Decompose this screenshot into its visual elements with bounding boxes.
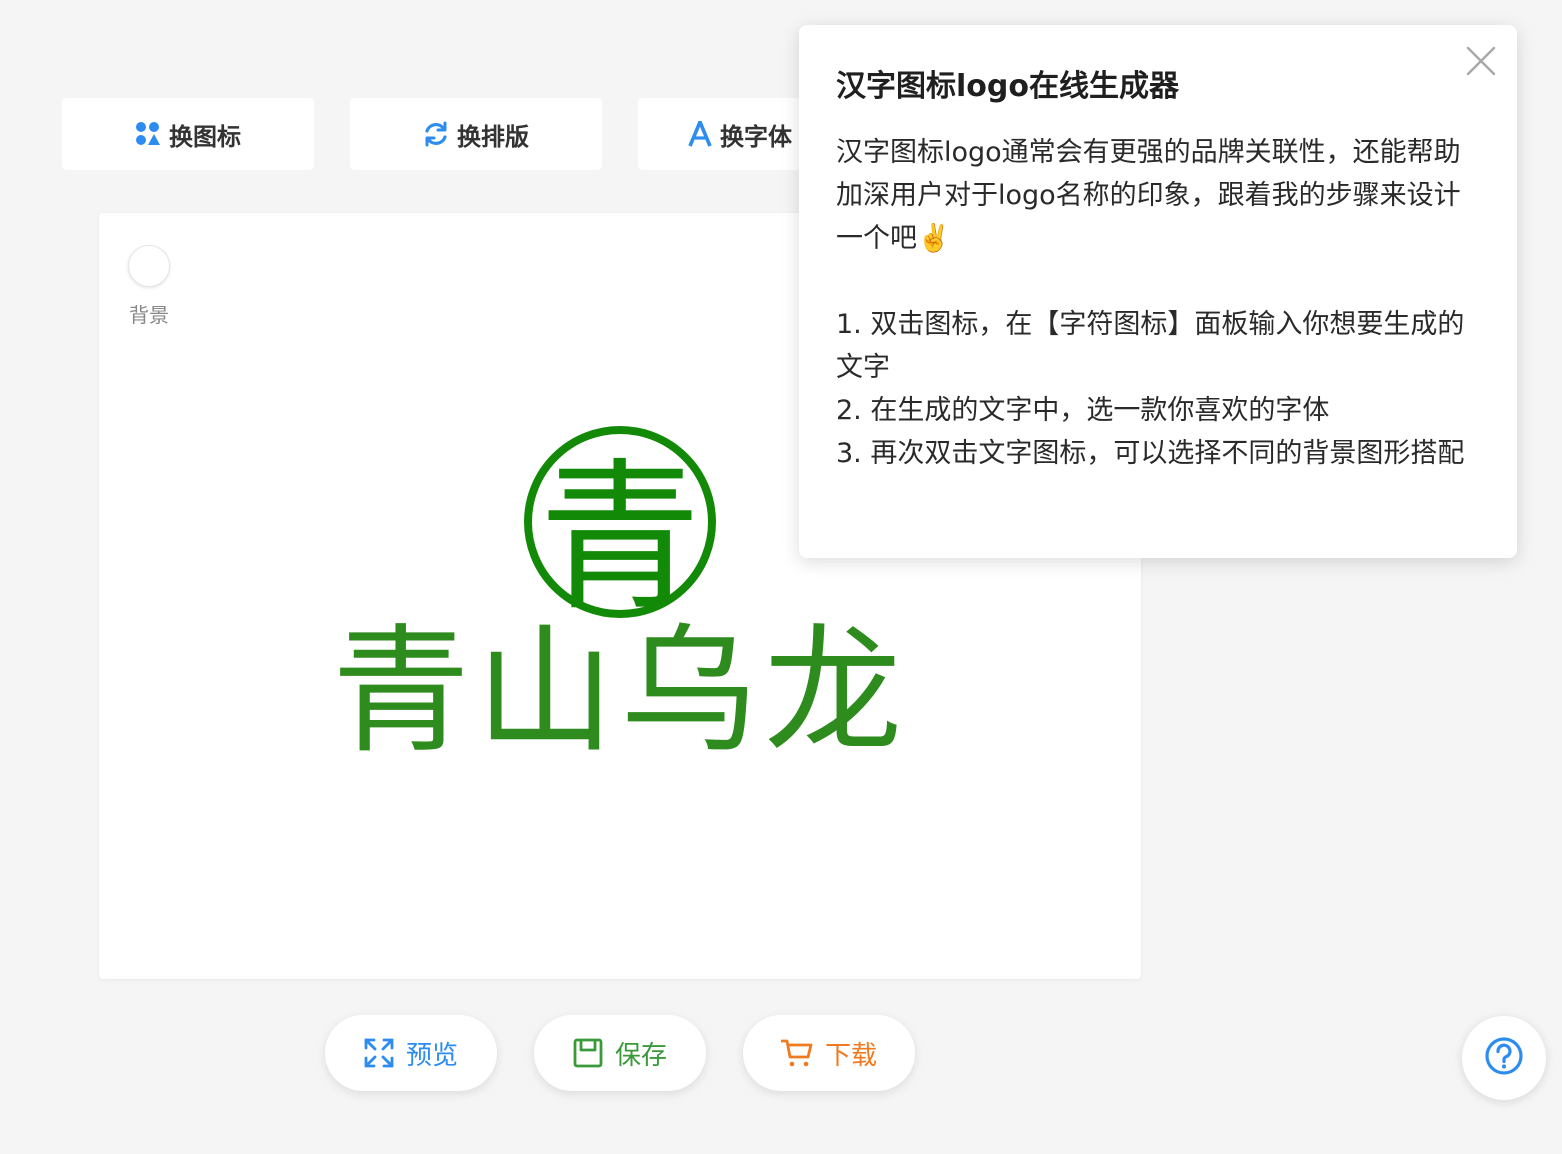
popover-step: 3. 再次双击文字图标，可以选择不同的背景图形搭配 [836,438,1465,469]
popover-title: 汉字图标logo在线生成器 [836,69,1179,104]
close-icon[interactable] [1465,45,1497,77]
save-button[interactable]: 保存 [534,1015,706,1091]
change-icon-label: 换图标 [169,122,241,151]
help-button[interactable] [1462,1016,1546,1100]
change-icon-button[interactable]: 换图标 [62,98,314,170]
floppy-icon [573,1038,603,1068]
background-color-swatch[interactable] [128,245,170,287]
popover-body: 汉字图标logo通常会有更强的品牌关联性，还能帮助加深用户对于logo名称的印象… [836,131,1481,475]
download-label: 下载 [824,1040,877,1071]
preview-button[interactable]: 预览 [325,1015,497,1091]
letter-a-icon [688,121,712,147]
change-layout-label: 换排版 [457,122,529,151]
popover-intro: 汉字图标logo通常会有更强的品牌关联性，还能帮助加深用户对于logo名称的印象… [836,137,1461,254]
question-circle-icon [1484,1036,1524,1080]
logo-text[interactable]: 青山乌龙 [99,623,1141,761]
background-label: 背景 [129,303,169,327]
cart-icon [780,1038,813,1068]
logo-emblem[interactable]: 青 [522,424,718,633]
refresh-icon [423,121,449,147]
save-label: 保存 [614,1040,667,1071]
grid-dots-icon [135,121,161,147]
emblem-char: 青 [539,445,701,620]
popover-step: 2. 在生成的文字中，选一款你喜欢的字体 [836,395,1330,426]
change-font-label: 换字体 [720,122,792,151]
guide-popover: 汉字图标logo在线生成器 汉字图标logo通常会有更强的品牌关联性，还能帮助加… [799,25,1517,558]
change-layout-button[interactable]: 换排版 [350,98,602,170]
preview-label: 预览 [405,1040,458,1071]
popover-step: 1. 双击图标，在【字符图标】面板输入你想要生成的文字 [836,309,1465,383]
expand-icon [364,1038,394,1068]
download-button[interactable]: 下载 [743,1015,915,1091]
